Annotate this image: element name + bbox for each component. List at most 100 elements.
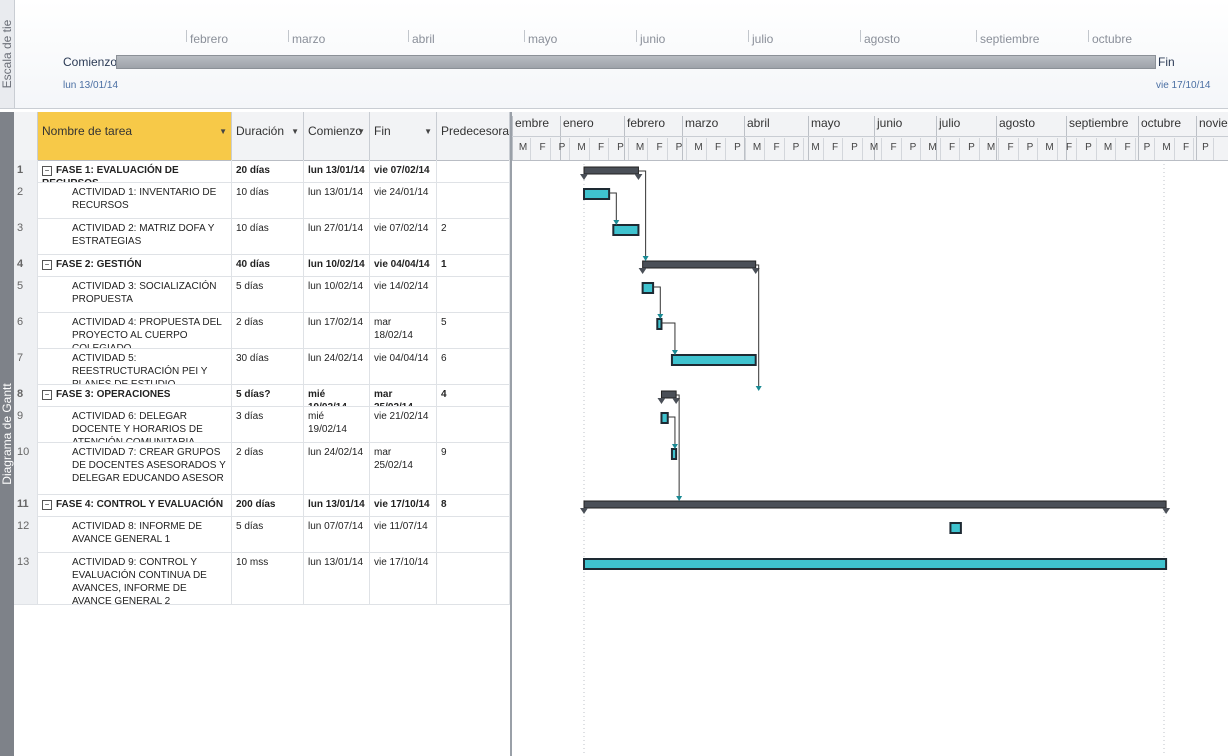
table-row[interactable]: 2 ACTIVIDAD 1: INVENTARIO DE RECURSOS 10 d… xyxy=(14,182,510,219)
table-row[interactable]: 5 ACTIVIDAD 3: SOCIALIZACIÓN PROPUESTA 5 d… xyxy=(14,276,510,313)
duration-cell[interactable]: 2 días xyxy=(232,312,304,348)
filter-dropdown-icon[interactable]: ▼ xyxy=(357,127,365,136)
duration-cell[interactable]: 10 mss xyxy=(232,552,304,604)
predecessors-cell[interactable] xyxy=(437,276,510,312)
task-bar[interactable] xyxy=(641,282,655,294)
dependency-link[interactable] xyxy=(638,170,647,258)
task-name-cell[interactable]: ACTIVIDAD 3: SOCIALIZACIÓN PROPUESTA xyxy=(38,276,232,312)
predecessors-cell[interactable]: 9 xyxy=(437,442,510,494)
start-cell[interactable]: lun 13/01/14 xyxy=(304,182,370,218)
summary-cap-icon[interactable] xyxy=(634,174,643,180)
start-cell[interactable]: lun 07/07/14 xyxy=(304,516,370,552)
predecessors-cell[interactable]: 8 xyxy=(437,494,510,516)
duration-cell[interactable]: 5 días xyxy=(232,276,304,312)
duration-cell[interactable]: 30 días xyxy=(232,348,304,384)
predecessors-cell[interactable]: 4 xyxy=(437,384,510,406)
task-bar[interactable] xyxy=(670,448,678,460)
start-cell[interactable]: lun 24/02/14 xyxy=(304,348,370,384)
task-name-cell[interactable]: − FASE 2: GESTIÓN xyxy=(38,254,232,276)
filter-dropdown-icon[interactable]: ▼ xyxy=(219,127,227,136)
task-name-cell[interactable]: − FASE 3: OPERACIONES xyxy=(38,384,232,406)
predecessors-cell[interactable] xyxy=(437,182,510,218)
header-task-name[interactable]: Nombre de tarea ▼ xyxy=(38,112,232,160)
row-number[interactable]: 4 xyxy=(14,254,38,276)
task-name-cell[interactable]: ACTIVIDAD 1: INVENTARIO DE RECURSOS xyxy=(38,182,232,218)
predecessors-cell[interactable] xyxy=(437,160,510,182)
summary-cap-icon[interactable] xyxy=(1162,508,1171,514)
duration-cell[interactable]: 5 días xyxy=(232,516,304,552)
summary-cap-icon[interactable] xyxy=(638,268,647,274)
task-name-cell[interactable]: ACTIVIDAD 5: REESTRUCTURACIÓN PEI Y PLAN… xyxy=(38,348,232,384)
finish-cell[interactable]: vie 07/02/14 xyxy=(370,218,437,254)
finish-cell[interactable]: mar 25/02/14 xyxy=(370,384,437,406)
table-row[interactable]: 9 ACTIVIDAD 6: DELEGAR DOCENTE Y HORARIOS… xyxy=(14,406,510,443)
dependency-link[interactable] xyxy=(755,264,760,388)
dependency-link[interactable] xyxy=(661,322,676,352)
task-bar[interactable] xyxy=(670,354,757,366)
table-row[interactable]: 1−FASE 1: EVALUACIÓN DE RECURSOS20 díasl… xyxy=(14,160,510,183)
task-bar[interactable] xyxy=(612,224,640,236)
collapse-toggle-icon[interactable]: − xyxy=(42,260,52,270)
task-name-cell[interactable]: ACTIVIDAD 8: INFORME DE AVANCE GENERAL 1 xyxy=(38,516,232,552)
collapse-toggle-icon[interactable]: − xyxy=(42,166,52,176)
row-number[interactable]: 1 xyxy=(14,160,38,182)
summary-cap-icon[interactable] xyxy=(580,508,588,514)
start-cell[interactable]: mié 19/02/14 xyxy=(304,384,370,406)
task-bar[interactable] xyxy=(583,558,1168,570)
task-bar[interactable] xyxy=(583,188,611,200)
start-cell[interactable]: lun 13/01/14 xyxy=(304,160,370,182)
header-predecessors[interactable]: Predecesoras xyxy=(437,112,510,160)
table-row[interactable]: 6 ACTIVIDAD 4: PROPUESTA DEL PROYECTO AL … xyxy=(14,312,510,349)
row-number[interactable]: 7 xyxy=(14,348,38,384)
summary-bar[interactable] xyxy=(660,390,677,399)
start-cell[interactable]: lun 24/02/14 xyxy=(304,442,370,494)
predecessors-cell[interactable]: 1 xyxy=(437,254,510,276)
row-number[interactable]: 9 xyxy=(14,406,38,442)
task-name-cell[interactable]: ACTIVIDAD 6: DELEGAR DOCENTE Y HORARIOS … xyxy=(38,406,232,442)
finish-cell[interactable]: vie 04/04/14 xyxy=(370,348,437,384)
timeline-bar[interactable] xyxy=(116,55,1156,69)
dependency-link[interactable] xyxy=(667,416,676,446)
summary-bar[interactable] xyxy=(583,500,1167,509)
predecessors-cell[interactable] xyxy=(437,552,510,604)
finish-cell[interactable]: vie 04/04/14 xyxy=(370,254,437,276)
finish-cell[interactable]: mar 25/02/14 xyxy=(370,442,437,494)
row-number[interactable]: 11 xyxy=(14,494,38,516)
table-row[interactable]: 7ACTIVIDAD 5: REESTRUCTURACIÓN PEI Y PLA… xyxy=(14,348,510,385)
finish-cell[interactable]: vie 17/10/14 xyxy=(370,494,437,516)
row-number[interactable]: 12 xyxy=(14,516,38,552)
task-name-cell[interactable]: ACTIVIDAD 2: MATRIZ DOFA Y ESTRATEGIAS xyxy=(38,218,232,254)
start-cell[interactable]: lun 27/01/14 xyxy=(304,218,370,254)
table-row[interactable]: 3 ACTIVIDAD 2: MATRIZ DOFA Y ESTRATEGIAS 1… xyxy=(14,218,510,255)
task-name-cell[interactable]: ACTIVIDAD 7: CREAR GRUPOS DE DOCENTES AS… xyxy=(38,442,232,494)
finish-cell[interactable]: vie 14/02/14 xyxy=(370,276,437,312)
filter-dropdown-icon[interactable]: ▼ xyxy=(291,127,299,136)
dependency-arrow-icon[interactable] xyxy=(676,496,683,501)
filter-dropdown-icon[interactable]: ▼ xyxy=(424,127,432,136)
row-number[interactable]: 6 xyxy=(14,312,38,348)
table-row[interactable]: 8−FASE 3: OPERACIONES5 días?mié 19/02/14… xyxy=(14,384,510,407)
predecessors-cell[interactable]: 5 xyxy=(437,312,510,348)
predecessors-cell[interactable] xyxy=(437,406,510,442)
duration-cell[interactable]: 10 días xyxy=(232,218,304,254)
collapse-toggle-icon[interactable]: − xyxy=(42,390,52,400)
dependency-link[interactable] xyxy=(676,394,680,498)
dependency-arrow-icon[interactable] xyxy=(755,386,762,391)
task-name-cell[interactable]: − FASE 4: CONTROL Y EVALUACIÓN xyxy=(38,494,232,516)
dependency-link[interactable] xyxy=(609,192,617,222)
start-cell[interactable]: lun 17/02/14 xyxy=(304,312,370,348)
table-row[interactable]: 12 ACTIVIDAD 8: INFORME DE AVANCE GENERAL… xyxy=(14,516,510,553)
dependency-link[interactable] xyxy=(653,286,661,316)
duration-cell[interactable]: 3 días xyxy=(232,406,304,442)
finish-cell[interactable]: vie 11/07/14 xyxy=(370,516,437,552)
predecessors-cell[interactable] xyxy=(437,516,510,552)
summary-cap-icon[interactable] xyxy=(580,174,588,180)
task-bar[interactable] xyxy=(660,412,669,424)
summary-bar[interactable] xyxy=(583,166,639,175)
task-name-cell[interactable]: ACTIVIDAD 4: PROPUESTA DEL PROYECTO AL C… xyxy=(38,312,232,348)
predecessors-cell[interactable]: 2 xyxy=(437,218,510,254)
start-cell[interactable]: lun 10/02/14 xyxy=(304,254,370,276)
finish-cell[interactable]: vie 17/10/14 xyxy=(370,552,437,604)
start-cell[interactable]: lun 13/01/14 xyxy=(304,552,370,604)
start-cell[interactable]: lun 13/01/14 xyxy=(304,494,370,516)
